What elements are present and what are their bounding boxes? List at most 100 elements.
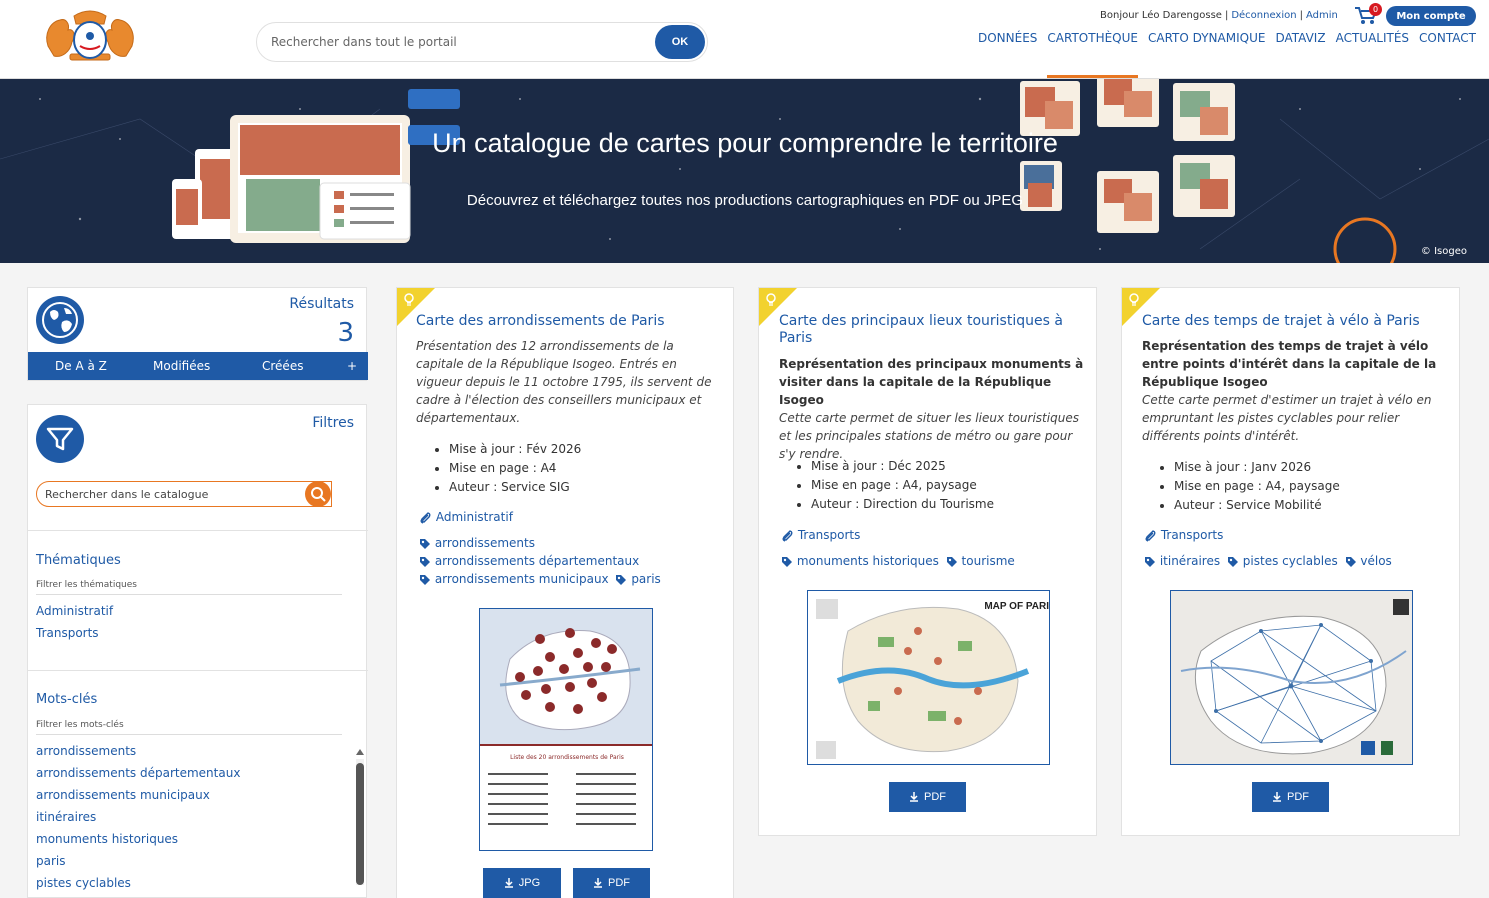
nav-dataviz[interactable]: DATAVIZ <box>1275 31 1325 77</box>
card-themes: Transports <box>781 526 863 544</box>
keyword-filter-item[interactable]: paris <box>36 854 66 868</box>
card-meta-updated: Mise à jour : Janv 2026 <box>1174 458 1446 477</box>
download-jpg-button[interactable]: JPG <box>483 868 561 898</box>
nav-cartotheque[interactable]: CARTOTHÈQUE <box>1047 31 1138 78</box>
tag-link[interactable]: arrondissements municipaux <box>435 570 609 588</box>
globe-icon <box>36 296 84 344</box>
sort-a-z-button[interactable]: De A à Z <box>55 359 107 373</box>
sort-bar: De A à Z Modifiées Créées + <box>28 352 368 380</box>
banner-illustration <box>0 79 1489 263</box>
theme-link[interactable]: Transports <box>798 526 861 544</box>
map-thumbnail[interactable]: Liste des 20 arrondissements de Paris <box>479 608 653 851</box>
keyword-filter-item[interactable]: itinéraires <box>36 810 96 824</box>
theme-filter-transports[interactable]: Transports <box>36 626 99 640</box>
tag-icon <box>420 538 430 549</box>
keyword-filter-item[interactable]: pistes cyclables <box>36 876 131 890</box>
sort-created-button[interactable]: Créées <box>262 359 303 373</box>
catalog-search-button[interactable] <box>305 481 331 507</box>
map-card: Carte des temps de trajet à vélo à Paris… <box>1121 287 1460 836</box>
card-themes: Administratif <box>419 508 516 526</box>
download-pdf-button[interactable]: PDF <box>889 782 966 812</box>
card-description-text: Cette carte permet d'estimer un trajet à… <box>1142 393 1432 443</box>
nav-donnees[interactable]: DONNÉES <box>978 31 1037 77</box>
theme-link[interactable]: Administratif <box>436 508 513 526</box>
results-title: Résultats <box>289 296 354 312</box>
admin-link[interactable]: Admin <box>1306 10 1338 21</box>
nav-actualites[interactable]: ACTUALITÉS <box>1336 31 1409 77</box>
tag-link[interactable]: arrondissements départementaux <box>435 552 639 570</box>
themes-filter-hint[interactable]: Filtrer les thématiques <box>36 580 342 595</box>
sort-modified-button[interactable]: Modifiées <box>153 359 210 373</box>
map-thumbnail[interactable]: MAP OF PARIS <box>807 590 1050 765</box>
card-title[interactable]: Carte des temps de trajet à vélo à Paris <box>1142 313 1452 330</box>
keyword-filter-item[interactable]: monuments historiques <box>36 832 178 846</box>
keywords-filter-hint[interactable]: Filtrer les mots-clés <box>36 720 342 735</box>
tag-icon <box>946 556 957 567</box>
separator: | <box>1299 10 1303 21</box>
funnel-icon <box>36 415 84 463</box>
results-panel: Résultats 3 De A à Z Modifiées Créées + <box>27 287 368 381</box>
tag-icon <box>782 556 792 567</box>
portal-search-ok-button[interactable]: OK <box>655 25 705 59</box>
greeting-text: Bonjour Léo Darengosse <box>1100 10 1222 21</box>
tag-link[interactable]: pistes cyclables <box>1243 552 1338 570</box>
card-tags: arrondissements municipaux paris <box>419 570 664 588</box>
map-thumbnail[interactable] <box>1170 590 1413 765</box>
banner-title: Un catalogue de cartes pour comprendre l… <box>432 128 1058 158</box>
scroll-up-icon[interactable] <box>354 747 366 757</box>
tag-link[interactable]: tourisme <box>962 552 1015 570</box>
nav-carto-dynamique[interactable]: CARTO DYNAMIQUE <box>1148 31 1265 77</box>
card-abstract: Représentation des temps de trajet à vél… <box>1142 339 1437 389</box>
paperclip-icon <box>420 511 431 524</box>
map-card: Carte des arrondissements de Paris Prése… <box>396 287 734 898</box>
theme-filter-administratif[interactable]: Administratif <box>36 604 113 618</box>
download-pdf-label: PDF <box>924 791 946 803</box>
keywords-title: Mots-clés <box>36 692 98 707</box>
card-tags: arrondissements <box>419 534 538 552</box>
tag-icon <box>616 574 627 585</box>
catalog-search-input[interactable] <box>45 482 305 506</box>
keyword-filter-item[interactable]: arrondissements municipaux <box>36 788 210 802</box>
tag-icon <box>420 574 430 585</box>
map-card: Carte des principaux lieux touristiques … <box>758 287 1097 836</box>
keyword-filter-item[interactable]: arrondissements départementaux <box>36 766 240 780</box>
download-icon <box>910 792 918 802</box>
tag-link[interactable]: vélos <box>1360 552 1391 570</box>
card-description-text: Cette carte permet de situer les lieux t… <box>779 411 1079 461</box>
card-meta-list: Mise à jour : Déc 2025 Mise en page : A4… <box>793 457 1083 514</box>
card-description: Présentation des 12 arrondissements de l… <box>416 337 716 427</box>
banner-subtitle: Découvrez et téléchargez toutes nos prod… <box>466 192 1024 209</box>
separator: | <box>1224 10 1229 21</box>
tag-icon <box>1145 556 1155 567</box>
tag-link[interactable]: arrondissements <box>435 534 535 552</box>
card-tags: arrondissements départementaux <box>419 552 642 570</box>
card-description: Représentation des principaux monuments … <box>779 355 1084 463</box>
scroll-thumb[interactable] <box>356 763 364 885</box>
nav-contact[interactable]: CONTACT <box>1419 31 1476 77</box>
card-description: Représentation des temps de trajet à vél… <box>1142 337 1447 445</box>
sort-more-button[interactable]: + <box>347 359 357 373</box>
account-button[interactable]: Mon compte <box>1386 6 1476 26</box>
themes-title: Thématiques <box>36 553 121 568</box>
tag-link[interactable]: monuments historiques <box>797 552 939 570</box>
filters-panel: Filtres Thématiques Filtrer les thématiq… <box>27 404 368 898</box>
theme-link[interactable]: Transports <box>1161 526 1224 544</box>
portal-search-input[interactable] <box>271 23 651 61</box>
card-meta-layout: Mise en page : A4 <box>449 459 721 478</box>
paperclip-icon <box>782 529 793 542</box>
tag-link[interactable]: paris <box>631 570 661 588</box>
download-pdf-button[interactable]: PDF <box>573 868 650 898</box>
user-bar: Bonjour Léo Darengosse | Déconnexion | A… <box>1100 10 1338 21</box>
keywords-scrollbar[interactable] <box>354 745 366 885</box>
download-icon <box>504 878 513 888</box>
tag-link[interactable]: itinéraires <box>1160 552 1220 570</box>
main-nav: DONNÉES CARTOTHÈQUE CARTO DYNAMIQUE DATA… <box>978 31 1476 78</box>
coat-of-arms-logo[interactable] <box>40 6 140 70</box>
keyword-filter-item[interactable]: arrondissements <box>36 744 136 758</box>
card-title[interactable]: Carte des arrondissements de Paris <box>416 313 716 330</box>
download-pdf-button[interactable]: PDF <box>1252 782 1329 812</box>
logout-link[interactable]: Déconnexion <box>1231 10 1296 21</box>
card-abstract: Représentation des principaux monuments … <box>779 357 1084 407</box>
card-tags: itinéraires pistes cyclables vélos <box>1144 552 1395 570</box>
card-title[interactable]: Carte des principaux lieux touristiques … <box>779 313 1079 347</box>
